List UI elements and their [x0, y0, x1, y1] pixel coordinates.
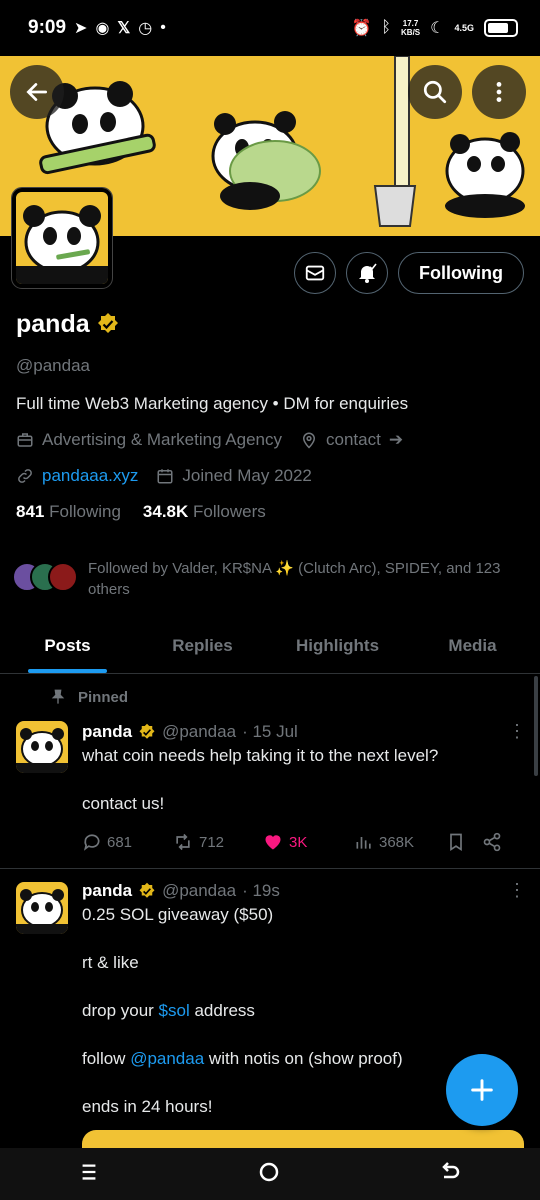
calendar-icon	[157, 469, 173, 484]
panda-avatar-image	[16, 728, 68, 773]
post-time: · 19s	[242, 880, 280, 900]
cashtag-link[interactable]: $sol	[159, 1001, 190, 1020]
share-icon	[483, 832, 501, 852]
tab-highlights[interactable]: Highlights	[270, 618, 405, 673]
x-logo-icon: 𝕏	[117, 20, 131, 37]
arrow-right-icon: ➔	[388, 430, 404, 449]
clock-icon: ◷	[138, 20, 153, 37]
like-icon	[265, 835, 281, 850]
reply-icon	[83, 834, 100, 851]
followers-count-link[interactable]: 34.8K Followers	[143, 502, 266, 522]
post-time: · 15 Jul	[242, 721, 298, 741]
verified-badge-icon	[139, 882, 155, 898]
post-avatar[interactable]	[16, 721, 68, 773]
profile-tabs: Posts Replies Highlights Media	[0, 618, 540, 674]
profile-info: panda @pandaa Full time Web3 Marketing a…	[16, 304, 524, 522]
status-bar: 9:09 ➤ ◉ 𝕏 ◷ • ⏰ ᛒ 17.7 KB/S ☾ 4.5G	[0, 0, 540, 56]
post-author-handle: @pandaa	[162, 721, 237, 741]
following-button[interactable]: Following	[398, 252, 524, 294]
search-button[interactable]	[408, 65, 462, 119]
tab-media[interactable]: Media	[405, 618, 540, 673]
profile-category: Advertising & Marketing Agency	[42, 430, 283, 449]
post-text: what coin needs help taking it to the ne…	[82, 746, 439, 813]
signal-icon: 4.5G	[454, 23, 474, 33]
plus-icon	[471, 1079, 493, 1101]
post-author-handle: @pandaa	[162, 880, 237, 900]
location-icon	[303, 432, 316, 449]
telegram-icon: ➤	[74, 20, 88, 37]
back-button[interactable]	[10, 65, 64, 119]
more-options-button[interactable]	[472, 65, 526, 119]
panda-avatar-image	[16, 205, 108, 284]
display-name: panda	[16, 309, 90, 338]
panda-avatar-image	[16, 889, 68, 934]
more-icon	[496, 82, 502, 102]
link-icon	[18, 469, 32, 483]
followed-by-text: Followed by Valder, KR$NA ✨ (Clutch Arc)…	[88, 560, 501, 598]
system-back-button[interactable]	[438, 1160, 462, 1189]
profile-actions: Following	[294, 252, 524, 294]
pin-icon	[51, 689, 65, 704]
menu-icon	[82, 1163, 96, 1180]
alarm-icon: ⏰	[351, 20, 372, 37]
back-icon	[26, 83, 48, 101]
views-button[interactable]: 368K	[354, 832, 446, 852]
message-icon	[305, 265, 325, 281]
reply-button[interactable]: 681	[82, 832, 172, 852]
search-icon	[423, 80, 447, 104]
home-button[interactable]	[257, 1160, 281, 1189]
pinned-post[interactable]: Pinned panda @pandaa · 15 Jul ⋮ what coi…	[0, 683, 540, 869]
following-count-link[interactable]: 841 Following	[16, 502, 121, 522]
system-nav-bar	[0, 1148, 540, 1200]
post-author-name[interactable]: panda	[82, 881, 132, 901]
compose-post-button[interactable]	[446, 1054, 518, 1126]
views-icon	[356, 837, 371, 849]
notifications-button[interactable]	[346, 252, 389, 294]
bookmark-button[interactable]	[446, 832, 482, 852]
mention-link[interactable]: @pandaa	[130, 1049, 204, 1068]
return-icon	[441, 1161, 459, 1178]
net-speed: 17.7 KB/S	[401, 19, 421, 37]
post-more-icon[interactable]: ⋮	[508, 721, 526, 742]
briefcase-icon	[17, 433, 33, 447]
dot-icon: •	[160, 19, 166, 36]
verified-badge-icon	[97, 313, 118, 333]
recent-apps-button[interactable]	[78, 1161, 100, 1188]
joined-date: Joined May 2022	[182, 466, 312, 485]
post-more-icon[interactable]: ⋮	[508, 880, 526, 901]
message-button[interactable]	[294, 252, 337, 294]
profile-bio: Full time Web3 Marketing agency • DM for…	[16, 394, 409, 413]
tab-posts[interactable]: Posts	[0, 618, 135, 673]
repost-button[interactable]: 712	[172, 832, 262, 852]
like-button[interactable]: 3K	[262, 832, 354, 852]
repost-icon	[176, 833, 190, 851]
notification-icon	[359, 263, 377, 283]
battery-icon	[484, 19, 518, 37]
share-button[interactable]	[482, 832, 502, 852]
moon-icon: ☾	[430, 20, 445, 37]
profile-handle: @pandaa	[16, 356, 90, 375]
post-avatar[interactable]	[16, 882, 68, 934]
verified-badge-icon	[139, 723, 155, 739]
post-author-name[interactable]: panda	[82, 722, 132, 742]
bookmark-icon	[450, 833, 462, 852]
bluetooth-icon: ᛒ	[381, 19, 392, 36]
discord-icon: ◉	[95, 20, 110, 37]
contact-link[interactable]: contact	[326, 430, 381, 450]
post-actions: 681 712 3K 368K	[82, 832, 524, 852]
profile-avatar[interactable]	[11, 187, 113, 289]
followed-by[interactable]: Followed by Valder, KR$NA ✨ (Clutch Arc)…	[12, 558, 528, 600]
website-link[interactable]: pandaaa.xyz	[42, 466, 138, 486]
home-circle-icon	[259, 1162, 279, 1181]
follower-avatar	[48, 562, 78, 592]
status-time: 9:09	[28, 17, 67, 38]
tab-replies[interactable]: Replies	[135, 618, 270, 673]
pinned-label: Pinned	[78, 688, 129, 706]
